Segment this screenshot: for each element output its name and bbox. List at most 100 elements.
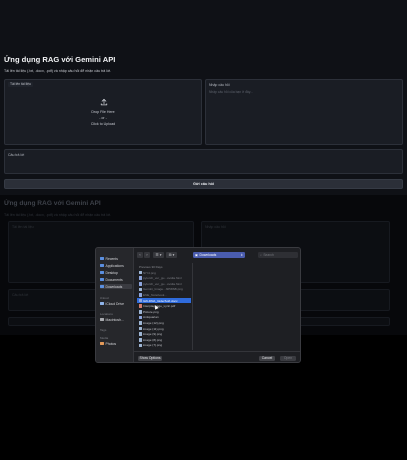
search-icon: ⌕: [260, 253, 262, 257]
file-row[interactable]: image (9).png: [137, 332, 191, 337]
document-file-icon: [138, 276, 142, 280]
submit-question-button[interactable]: Gửi câu hỏi: [4, 179, 403, 189]
sidebar-item-label: Applications: [105, 263, 124, 268]
file-row[interactable]: Gift-DNA_GiderSoft.docx: [137, 298, 191, 304]
file-name: image (9).png: [143, 332, 163, 337]
forward-button[interactable]: ›: [144, 252, 150, 258]
image-file-icon: [138, 343, 142, 348]
ghost-page-title: Ứng dụng RAG với Gemini API: [4, 200, 101, 207]
file-row[interactable]: ENE_Notebook...: [137, 292, 191, 297]
file-name: Gemini_Image...3058SB.png: [143, 287, 183, 292]
file-row[interactable]: image (8).png: [137, 337, 191, 342]
answer-label: Câu trả lời: [8, 153, 25, 157]
file-row[interactable]: image (11).png: [137, 326, 191, 331]
cloud-icon: [100, 302, 104, 305]
upload-label: Tải lên tài liệu: [8, 82, 33, 87]
sidebar-item-applications[interactable]: Applications: [100, 263, 132, 268]
image-file-icon: [138, 287, 142, 292]
location-dropdown[interactable]: ▣ Downloads ⇕: [193, 252, 245, 258]
file-name: Interplaguage_Lyric.pdf: [143, 304, 176, 309]
image-file-icon: [138, 332, 142, 336]
file-row[interactable]: pytorch_ver_gu...ovidia.html: [137, 276, 191, 281]
file-name: Gift-DNA_GiderSoft.docx: [143, 298, 178, 303]
sidebar-item-recents[interactable]: Recents: [100, 256, 132, 261]
view-mode-button[interactable]: ☰ ▾: [153, 252, 164, 258]
ghost-page-subtitle: Tải lên tài liệu (.txt, .docx, .pdf) và …: [4, 213, 112, 217]
ghost-question-label: Nhập câu hỏi: [205, 225, 226, 229]
sidebar-section-locations: Locations: [100, 312, 113, 316]
file-row[interactable]: image (12).png: [137, 320, 191, 325]
image-file-icon: [138, 309, 142, 314]
group-button[interactable]: ⊞ ▾: [166, 252, 177, 258]
document-file-icon: [138, 298, 142, 303]
file-row[interactable]: NIY4.png: [137, 270, 191, 275]
sidebar-item-photos[interactable]: Photos: [100, 341, 132, 346]
disk-icon: [100, 318, 104, 321]
dialog-sidebar: Recents Applications Desktop Documents D…: [96, 248, 134, 362]
file-row[interactable]: Interplaguage_Lyric.pdf: [137, 304, 191, 309]
image-file-icon: [138, 337, 142, 342]
page-subtitle: Tải lên tài liệu (.txt, .docx, .pdf) và …: [4, 69, 112, 73]
document-file-icon: [138, 315, 142, 320]
date-group-header: Previous 30 Days: [139, 264, 163, 269]
open-button[interactable]: Open: [280, 355, 296, 361]
document-file-icon: [138, 281, 142, 286]
folder-icon: ▣: [195, 253, 199, 257]
sidebar-item-icloud-drive[interactable]: iCloud Drive: [100, 301, 132, 306]
photos-icon: [100, 342, 104, 345]
sidebar-section-media: Media: [100, 336, 109, 340]
file-row[interactable]: pytorch_ver_gu...ovidia.html: [137, 281, 191, 286]
question-input[interactable]: Nhập câu hỏi của bạn ở đây...: [209, 90, 253, 94]
sidebar-item-macintosh[interactable]: Macintosh...: [100, 317, 132, 322]
answer-panel: Câu trả lời: [4, 149, 403, 174]
search-field[interactable]: ⌕ Search: [258, 252, 298, 258]
file-name: image (8).png: [143, 337, 163, 342]
show-options-button[interactable]: Show Options: [138, 355, 162, 361]
rag-app: Ứng dụng RAG với Gemini API Tải lên tài …: [0, 0, 407, 195]
file-name: ENE_Notebook...: [143, 292, 167, 297]
file-list-column: Previous 30 Days NIY4.png pytorch_ver_gu.…: [136, 263, 193, 350]
page-title: Ứng dụng RAG với Gemini API: [4, 55, 116, 64]
downloads-icon: [100, 285, 104, 288]
ghost-upload-label: Tải lên tài liệu: [12, 225, 34, 229]
file-row[interactable]: Gemini_Image...3058SB.png: [137, 287, 191, 292]
file-open-dialog: Recents Applications Desktop Documents D…: [95, 247, 301, 363]
dialog-toolbar: ‹ › ☰ ▾ ⊞ ▾ ▣ Downloads ⇕ ⌕ Search: [136, 252, 300, 260]
search-placeholder: Search: [263, 253, 274, 257]
location-label: Downloads: [199, 253, 217, 257]
question-panel: Nhập câu hỏi Nhập câu hỏi của bạn ở đây.…: [205, 79, 403, 145]
file-upload-dropzone[interactable]: Tải lên tài liệu Drop File Here - or - C…: [4, 79, 202, 145]
sidebar-item-label: Downloads: [105, 284, 123, 289]
chevron-updown-icon: ⇕: [240, 253, 243, 257]
document-icon: [100, 278, 104, 281]
sidebar-item-label: iCloud Drive: [105, 301, 124, 306]
back-button[interactable]: ‹: [137, 252, 143, 258]
sidebar-item-documents[interactable]: Documents: [100, 277, 132, 282]
file-name: image (11).png: [143, 326, 164, 331]
document-file-icon: [138, 293, 142, 297]
file-row[interactable]: Antiquarian: [137, 315, 191, 320]
sidebar-item-label: Recents: [105, 256, 118, 261]
clock-icon: [100, 257, 104, 260]
upload-icon: [100, 98, 108, 106]
drop-file-text: Drop File Here: [91, 110, 115, 114]
file-name: pytorch_ver_gu...ovidia.html: [143, 281, 182, 286]
sidebar-item-label: Desktop: [105, 270, 118, 275]
applications-icon: [100, 264, 104, 267]
click-to-upload-text[interactable]: Click to Upload: [5, 122, 201, 126]
sidebar-section-icloud: iCloud: [100, 296, 109, 300]
sidebar-section-tags: Tags: [100, 328, 107, 332]
cancel-button[interactable]: Cancel: [259, 355, 275, 361]
image-file-icon: [138, 270, 142, 275]
file-name: image (12).png: [143, 320, 164, 325]
desktop-icon: [100, 271, 104, 274]
pdf-file-icon: [138, 304, 142, 308]
file-row[interactable]: image (7).png: [137, 343, 191, 348]
file-row[interactable]: Picture.png: [137, 309, 191, 314]
sidebar-item-downloads[interactable]: Downloads: [100, 284, 132, 289]
image-file-icon: [138, 321, 142, 325]
file-name: Antiquarian: [143, 315, 159, 320]
sidebar-item-desktop[interactable]: Desktop: [100, 270, 132, 275]
ghost-answer-label: Câu trả lời: [12, 293, 29, 297]
question-label: Nhập câu hỏi: [209, 83, 230, 87]
